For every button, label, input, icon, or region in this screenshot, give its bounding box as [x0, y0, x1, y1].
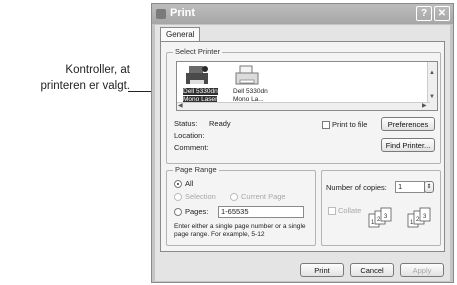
pages-input[interactable]: 1-65535 [218, 206, 304, 218]
apply-button[interactable]: Apply [400, 263, 444, 277]
preferences-button[interactable]: Preferences [381, 117, 435, 131]
copies-spinner[interactable]: ⇕ [424, 181, 434, 193]
status-value: Ready [209, 119, 231, 128]
title-bar: Print ? ✕ [152, 4, 453, 24]
print-dialog: Print ? ✕ General Select Printer Dell 53… [151, 3, 454, 283]
general-panel: Select Printer Dell 5330dn Mono Laser De… [160, 41, 445, 252]
printer-name-line-1: Dell 5330dn [233, 88, 268, 95]
dialog-body: General Select Printer Dell 5330dn Mono … [155, 25, 450, 281]
pages-radio[interactable] [174, 208, 182, 216]
all-label: All [185, 179, 194, 188]
collate-label: Collate [338, 206, 362, 215]
printer-item-selected[interactable]: Dell 5330dn Mono Laser [183, 64, 229, 104]
current-page-label: Current Page [241, 192, 286, 201]
printer-item[interactable]: Dell 5330dn Mono La... [233, 64, 279, 104]
print-to-file-label: Print to file [332, 120, 368, 129]
close-button[interactable]: ✕ [434, 6, 450, 21]
current-page-radio[interactable] [230, 193, 238, 201]
scroll-left-icon[interactable]: ◀ [178, 103, 183, 109]
printer-icon [186, 66, 208, 84]
find-printer-button[interactable]: Find Printer... [381, 138, 435, 152]
cancel-button[interactable]: Cancel [350, 263, 394, 277]
callout-line-1: Kontroller, at [65, 64, 130, 76]
copies-group: Number of copies: 1 ⇕ Collate 123 123 [321, 170, 441, 246]
help-button[interactable]: ? [416, 6, 432, 21]
page-range-hint-line-2: page range. For example, 5-12 [174, 231, 265, 238]
tab-general[interactable]: General [160, 27, 201, 42]
all-radio[interactable] [174, 180, 182, 188]
page-range-hint-line-1: Enter either a single page number or a s… [174, 223, 306, 230]
print-button[interactable]: Print [300, 263, 344, 277]
window-title: Print [170, 7, 196, 19]
select-printer-group: Select Printer Dell 5330dn Mono Laser De… [166, 47, 441, 164]
status-label: Status: [174, 119, 198, 128]
printer-icon [235, 65, 259, 85]
scroll-up-icon[interactable]: ▲ [429, 70, 435, 76]
pages-label: Pages: [185, 207, 209, 216]
callout-text: Kontroller, at printeren er valgt. [4, 62, 131, 94]
scroll-right-icon[interactable]: ▶ [422, 103, 427, 109]
printer-list[interactable]: Dell 5330dn Mono Laser Dell 5330dn Mono [176, 61, 438, 111]
comment-label: Comment: [174, 143, 209, 152]
selection-radio[interactable] [174, 193, 182, 201]
scroll-down-icon[interactable]: ▼ [429, 94, 435, 100]
page-range-group: Page Range All Selection Current Page Pa… [166, 165, 316, 246]
collate-checkbox[interactable] [328, 207, 336, 215]
page-range-title: Page Range [173, 165, 219, 174]
printer-app-icon [156, 9, 166, 19]
number-of-copies-label: Number of copies: [326, 183, 387, 192]
callout-line-2: printeren er valgt. [40, 80, 131, 92]
location-label: Location: [174, 131, 205, 140]
collate-pages-icon: 123 123 [368, 207, 431, 228]
copies-input[interactable]: 1 [395, 181, 425, 193]
printer-name-line-1: Dell 5330dn [183, 88, 218, 95]
print-to-file-checkbox[interactable] [322, 121, 330, 129]
select-printer-title: Select Printer [173, 47, 223, 56]
selection-label: Selection [185, 192, 216, 201]
printer-list-horizontal-scrollbar[interactable]: ◀ ▶ [177, 102, 430, 110]
